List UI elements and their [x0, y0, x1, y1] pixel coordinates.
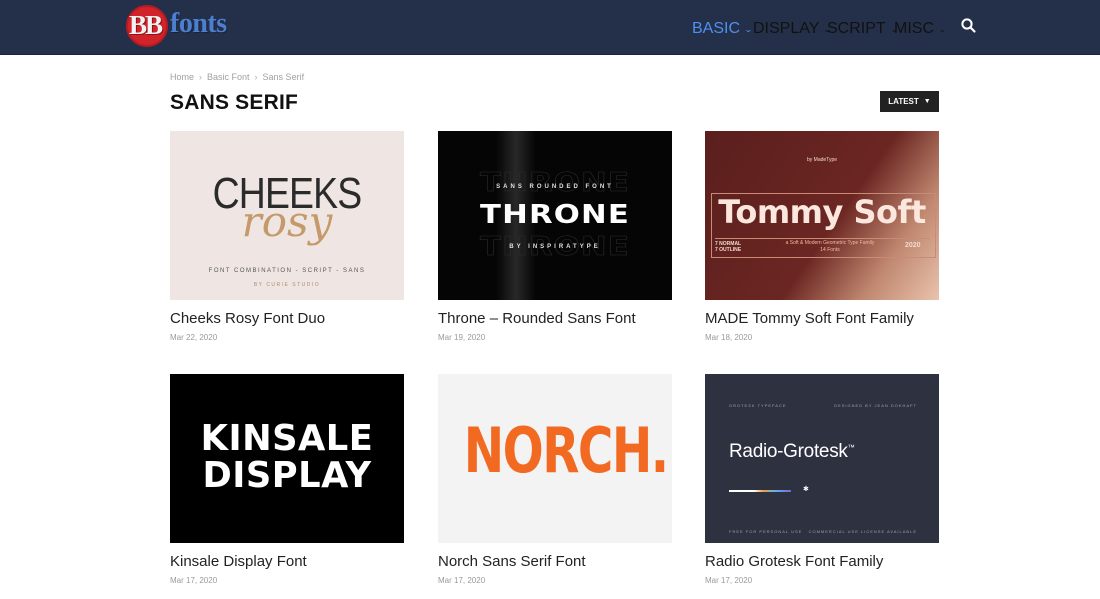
page-title: SANS SERIF	[170, 91, 299, 114]
sort-label: LATEST	[888, 97, 919, 106]
breadcrumb-separator-icon: ›	[254, 72, 258, 82]
thumb-text: BY INSPIRATYPE	[509, 244, 601, 250]
chevron-down-icon: ⌄	[937, 24, 947, 34]
post-title[interactable]: Throne – Rounded Sans Font	[438, 310, 636, 327]
thumb-text: COMMERCIAL USE LICENSE AVAILABLE	[808, 529, 917, 534]
post-thumbnail[interactable]: CHEEKS rosy FONT COMBINATION - SCRIPT - …	[170, 131, 404, 300]
nav-item-basic[interactable]: BASIC ⌄	[692, 20, 753, 38]
post-date: Mar 17, 2020	[438, 576, 486, 585]
thumb-text: KINSALE	[200, 418, 374, 459]
chevron-down-icon: ▼	[923, 98, 931, 105]
sparkle-icon: ✱	[803, 486, 809, 493]
nav-item-script[interactable]: SCRIPT ⌄	[827, 20, 898, 38]
search-icon[interactable]	[960, 17, 978, 35]
thumb-text: 14 Fonts	[820, 247, 840, 253]
breadcrumb-basic-font[interactable]: Basic Font	[207, 72, 250, 82]
nav-item-label: SCRIPT	[827, 20, 886, 37]
post-thumbnail[interactable]: GROTESK TYPEFACE DESIGNED BY JEAN DOKHAF…	[705, 374, 939, 543]
post-thumbnail[interactable]: NORCH.	[438, 374, 672, 543]
post-title[interactable]: Cheeks Rosy Font Duo	[170, 310, 325, 327]
breadcrumb-separator-icon: ›	[199, 72, 203, 82]
thumb-text: DESIGNED BY JEAN DOKHAFT	[834, 403, 917, 408]
site-logo[interactable]: BB fonts	[126, 4, 266, 48]
sort-dropdown[interactable]: LATEST ▼	[880, 91, 939, 112]
post-title[interactable]: Radio Grotesk Font Family	[705, 553, 883, 570]
thumb-text: a Soft & Modern Geometric Type Family 14…	[765, 240, 895, 254]
nav-item-label: DISPLAY	[753, 20, 820, 37]
chevron-down-icon: ⌄	[744, 24, 753, 34]
thumb-text: BY CURIE STUDIO	[253, 282, 321, 288]
thumb-text: a Soft & Modern Geometric Type Family	[785, 240, 875, 246]
logo-fonts-text: fonts	[170, 8, 227, 39]
thumb-gradient-bar	[729, 490, 791, 492]
thumb-text: rosy	[241, 197, 333, 246]
post-card: by MadeType Tommy Soft 7 NORMAL 7 OUTLIN…	[705, 131, 939, 342]
post-title[interactable]: MADE Tommy Soft Font Family	[705, 310, 914, 327]
thumb-text: 7 NORMAL 7 OUTLINE	[715, 241, 741, 253]
post-date: Mar 18, 2020	[705, 333, 753, 342]
thumb-text: FREE FOR PERSONAL USE	[729, 529, 803, 534]
post-thumbnail[interactable]: KINSALE DISPLAY	[170, 374, 404, 543]
thumb-text: THRONE	[479, 200, 631, 230]
post-thumbnail[interactable]: THRONE THRONE SANS ROUNDED FONT THRONE B…	[438, 131, 672, 300]
thumb-text: Tommy Soft	[718, 193, 926, 231]
thumb-text: NORCH.	[463, 414, 669, 487]
thumb-text: 7 OUTLINE	[715, 247, 742, 253]
nav-item-display[interactable]: DISPLAY ⌄	[753, 20, 832, 38]
trademark-mark: ™	[847, 444, 855, 452]
post-thumbnail[interactable]: by MadeType Tommy Soft 7 NORMAL 7 OUTLIN…	[705, 131, 939, 300]
thumb-text: Radio-Grotesk™	[729, 441, 855, 463]
post-date: Mar 22, 2020	[170, 333, 218, 342]
post-date: Mar 19, 2020	[438, 333, 486, 342]
logo-bb-text: BB	[129, 10, 163, 40]
thumb-text: DISPLAY	[202, 455, 372, 496]
post-card: CHEEKS rosy FONT COMBINATION - SCRIPT - …	[170, 131, 404, 342]
thumb-text: by MadeType	[806, 157, 838, 163]
post-card: KINSALE DISPLAY Kinsale Display Font Mar…	[170, 374, 404, 585]
post-date: Mar 17, 2020	[170, 576, 218, 585]
post-card: NORCH. Norch Sans Serif Font Mar 17, 202…	[438, 374, 672, 585]
thumb-text: Radio-Grotesk	[729, 441, 848, 462]
thumb-ghost-text: THRONE	[479, 168, 631, 199]
post-title[interactable]: Kinsale Display Font	[170, 553, 307, 570]
nav-item-label: MISC	[894, 20, 934, 37]
site-header: BB fonts BASIC ⌄ DISPLAY ⌄ SCRIPT ⌄ MISC…	[0, 0, 1100, 55]
thumb-text: SANS ROUNDED FONT	[496, 184, 614, 190]
nav-item-misc[interactable]: MISC ⌄	[894, 20, 947, 38]
thumb-text: GROTESK TYPEFACE	[729, 403, 787, 408]
thumb-text: FONT COMBINATION - SCRIPT - SANS	[208, 268, 366, 274]
breadcrumb-home[interactable]: Home	[170, 72, 194, 82]
post-title[interactable]: Norch Sans Serif Font	[438, 553, 586, 570]
post-card: GROTESK TYPEFACE DESIGNED BY JEAN DOKHAF…	[705, 374, 939, 585]
breadcrumb: Home › Basic Font › Sans Serif	[170, 72, 304, 82]
thumb-text: 2020	[905, 242, 921, 249]
breadcrumb-current: Sans Serif	[262, 72, 305, 82]
post-date: Mar 17, 2020	[705, 576, 753, 585]
nav-item-label: BASIC	[692, 20, 741, 37]
post-card: THRONE THRONE SANS ROUNDED FONT THRONE B…	[438, 131, 672, 342]
thumb-text: KINSALE DISPLAY	[172, 420, 401, 494]
